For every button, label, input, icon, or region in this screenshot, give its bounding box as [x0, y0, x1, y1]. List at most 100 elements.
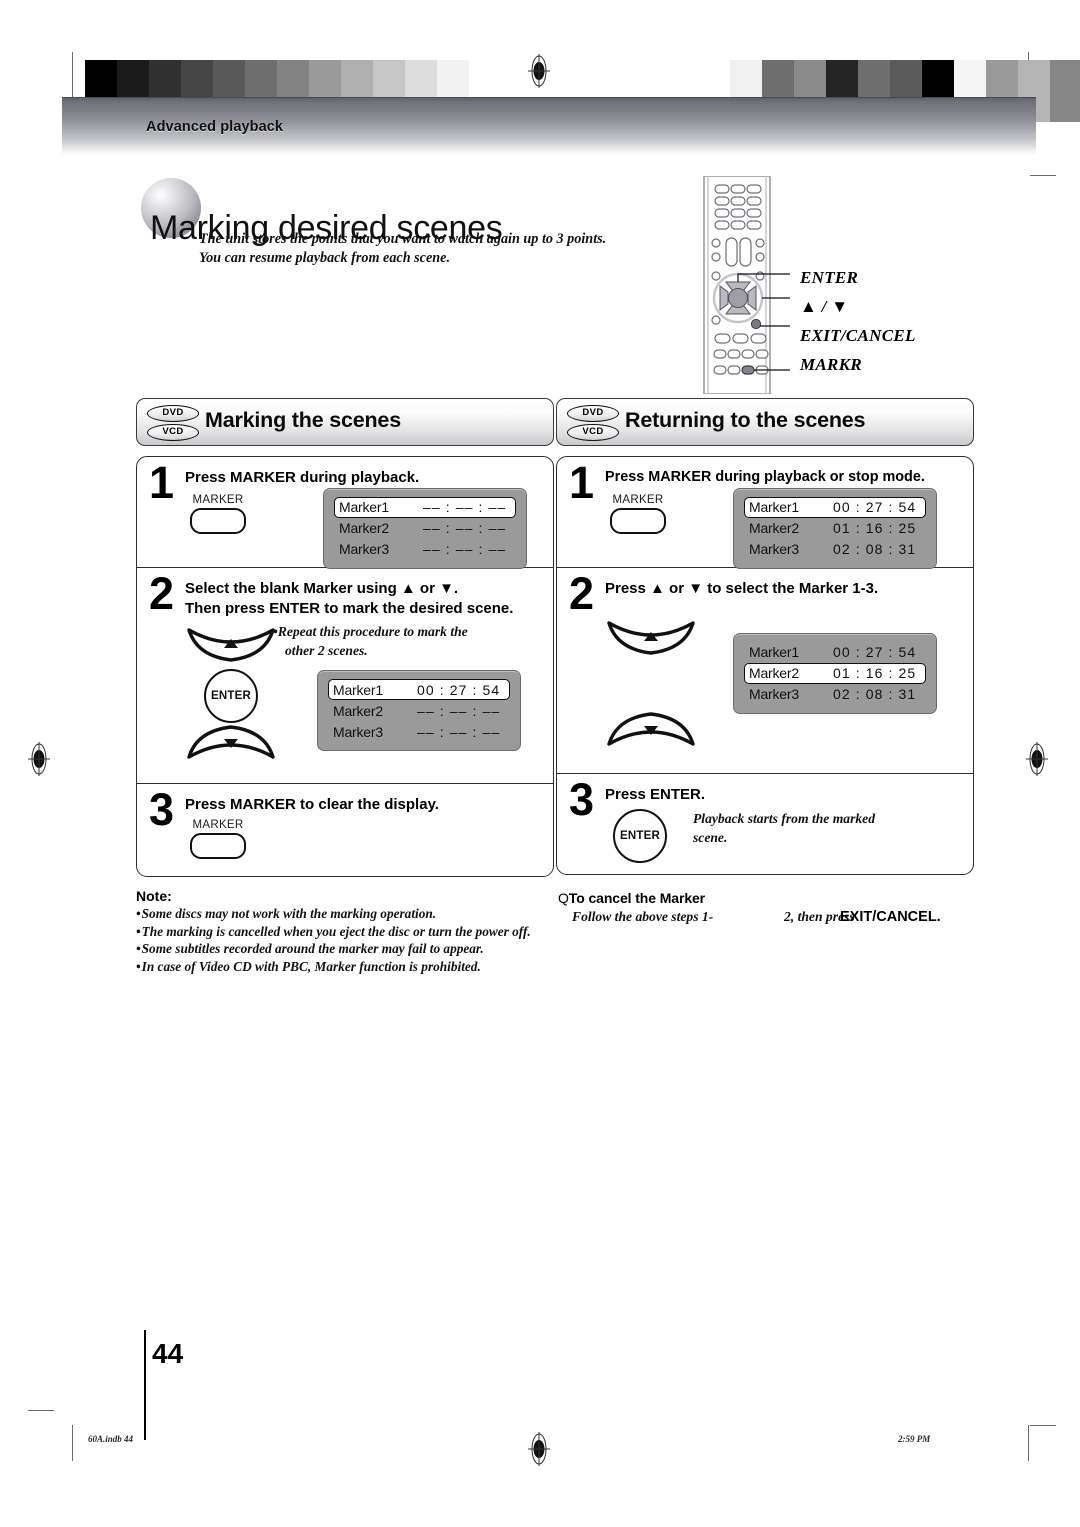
- step-heading-line-1: Select the blank Marker using ▲ or ▼.: [185, 580, 459, 597]
- callout-up-down: ▲ / ▼: [800, 297, 849, 316]
- note-item: Some subtitles recorded around the marke…: [136, 940, 566, 958]
- osd-marker-time: –– : –– : ––: [417, 702, 501, 719]
- osd-marker-time: –– : –– : ––: [423, 499, 507, 515]
- osd-row[interactable]: Marker3 02 : 08 : 31: [744, 539, 926, 560]
- step-heading: Press ▲ or ▼ to select the Marker 1-3.: [605, 580, 879, 597]
- page-lead: The unit stores the points that you want…: [199, 230, 669, 268]
- page-number: 44: [152, 1338, 184, 1369]
- arrow-cluster-gap: [605, 660, 697, 712]
- step-heading: Press MARKER during playback.: [185, 469, 420, 486]
- cancel-bullet-icon: Q: [558, 890, 569, 906]
- note-title: Note:: [136, 888, 172, 904]
- marker-button-group[interactable]: MARKER: [185, 494, 251, 534]
- note-item: In case of Video CD with PBC, Marker fun…: [136, 958, 566, 976]
- osd-row[interactable]: Marker1 00 : 27 : 54: [744, 496, 926, 518]
- section-header-returning: DVD VCD Returning to the scenes: [556, 398, 974, 446]
- section-label: Advanced playback: [146, 119, 284, 135]
- osd-row[interactable]: Marker3 02 : 08 : 31: [744, 684, 926, 705]
- enter-button[interactable]: ENTER: [613, 808, 667, 863]
- marker-button-group[interactable]: MARKER: [605, 494, 671, 534]
- callout-exit-cancel: EXIT/CANCEL: [800, 326, 916, 345]
- arrow-down-button[interactable]: [605, 711, 697, 753]
- cancel-marker-block: QTo cancel the Marker Follow the above s…: [558, 890, 978, 931]
- callout-marker: MARKR: [800, 355, 862, 374]
- step-number: 3: [149, 784, 175, 835]
- cancel-title-text: To cancel the Marker: [568, 890, 706, 906]
- osd-row[interactable]: Marker1 00 : 27 : 54: [744, 642, 926, 663]
- osd-marker-name: Marker3: [749, 686, 799, 702]
- step-number: 1: [569, 457, 595, 508]
- section-heading-marking: Marking the scenes: [205, 408, 401, 432]
- section-heading-returning: Returning to the scenes: [625, 408, 866, 432]
- registration-mark-top: [528, 54, 550, 88]
- step-item: 2 Select the blank Marker using ▲ or ▼. …: [137, 568, 553, 784]
- registration-mark-right: [1026, 742, 1048, 776]
- osd-row[interactable]: Marker1 00 : 27 : 54: [328, 679, 510, 700]
- step-heading: Press ENTER.: [605, 786, 706, 803]
- remote-callout-list: ENTER ▲ / ▼ EXIT/CANCEL MARKR: [800, 268, 916, 384]
- arrow-up-button[interactable]: [185, 626, 277, 667]
- osd-row[interactable]: Marker1 –– : –– : ––: [334, 496, 516, 518]
- callout-enter: ENTER: [800, 268, 859, 287]
- osd-marker-display: Marker1 00 : 27 : 54 Marker2 –– : –– : –…: [317, 670, 521, 751]
- enter-button-group[interactable]: ENTER: [613, 808, 667, 863]
- osd-marker-time: 01 : 16 : 25: [833, 665, 917, 681]
- osd-row[interactable]: Marker2 –– : –– : ––: [328, 700, 510, 721]
- osd-marker-name: Marker1: [339, 499, 389, 515]
- step-item: 1 Press MARKER during playback or stop m…: [557, 457, 973, 569]
- arrow-up-button[interactable]: [605, 619, 697, 660]
- arrow-down-button[interactable]: [185, 725, 277, 766]
- osd-row[interactable]: Marker2 01 : 16 : 25: [744, 518, 926, 539]
- crop-mark-right-bottom: [1028, 1425, 1029, 1461]
- step-note-line-2: other 2 scenes.: [285, 643, 368, 658]
- section-header-marking: DVD VCD Marking the scenes: [136, 398, 554, 446]
- section-marking-the-scenes: DVD VCD Marking the scenes 1 Press MARKE…: [136, 398, 554, 877]
- marker-button[interactable]: [190, 507, 246, 534]
- footer-right-mark: 2:59 PM: [898, 1434, 931, 1444]
- marker-button-group[interactable]: MARKER: [185, 819, 251, 859]
- marker-button-label: MARKER: [192, 493, 244, 506]
- osd-marker-name: Marker3: [339, 541, 389, 557]
- note-block: Note: Some discs may not work with the m…: [136, 888, 566, 975]
- osd-marker-name: Marker2: [749, 665, 799, 681]
- enter-button[interactable]: ENTER: [204, 669, 258, 723]
- cancel-marker-title: QTo cancel the Marker: [558, 890, 978, 906]
- note-list: Some discs may not work with the marking…: [136, 905, 566, 975]
- lead-line-2: You can resume playback from each scene.: [199, 250, 451, 266]
- cancel-line-text: Follow the above steps 1-: [572, 909, 714, 924]
- osd-row[interactable]: Marker2 –– : –– : ––: [334, 518, 516, 539]
- step-note-line-2: scene.: [693, 829, 728, 845]
- cancel-line-strong: EXIT/CANCEL.: [840, 909, 941, 925]
- osd-marker-name: Marker2: [749, 520, 799, 536]
- marker-button[interactable]: [610, 507, 666, 534]
- manual-page: Advanced playback Marking desired scenes…: [0, 0, 1080, 1527]
- osd-row[interactable]: Marker3 –– : –– : ––: [334, 539, 516, 560]
- step-item: 3 Press MARKER to clear the display. MAR…: [137, 784, 553, 876]
- osd-marker-time: –– : –– : ––: [417, 723, 501, 740]
- osd-row[interactable]: Marker2 01 : 16 : 25: [744, 662, 926, 684]
- osd-marker-time: 02 : 08 : 31: [833, 541, 917, 557]
- note-item: Some discs may not work with the marking…: [136, 905, 566, 923]
- note-item: The marking is cancelled when you eject …: [136, 923, 566, 941]
- osd-row[interactable]: Marker3 –– : –– : ––: [328, 721, 510, 742]
- crop-mark-left-h-bottom: [28, 1410, 54, 1411]
- marker-button-label: MARKER: [612, 493, 664, 506]
- page-number-rule: [144, 1330, 146, 1440]
- step-note: •Repeat this procedure to mark the other…: [273, 622, 533, 660]
- step-heading: Select the blank Marker using ▲ or ▼. Th…: [185, 568, 553, 618]
- crop-mark-left-bottom: [72, 1425, 73, 1461]
- steps-list-returning: 1 Press MARKER during playback or stop m…: [556, 456, 974, 875]
- osd-marker-time: 00 : 27 : 54: [833, 499, 917, 515]
- registration-mark-left: [28, 742, 50, 776]
- badge-vcd: VCD: [147, 424, 199, 441]
- osd-marker-name: Marker3: [749, 541, 799, 557]
- arrow-cluster: [605, 619, 697, 753]
- crop-mark-right-h: [1030, 175, 1056, 176]
- cancel-marker-line: Follow the above steps 1- 2, then press …: [572, 909, 978, 931]
- calibration-swatch: [1050, 60, 1080, 122]
- osd-marker-name: Marker2: [333, 702, 383, 719]
- marker-button[interactable]: [190, 832, 246, 859]
- step-item: 3 Press ENTER. ENTER Playback starts fro…: [557, 774, 973, 874]
- step-note-line-1: Playback starts from the marked: [693, 810, 875, 826]
- osd-marker-name: Marker2: [339, 520, 389, 536]
